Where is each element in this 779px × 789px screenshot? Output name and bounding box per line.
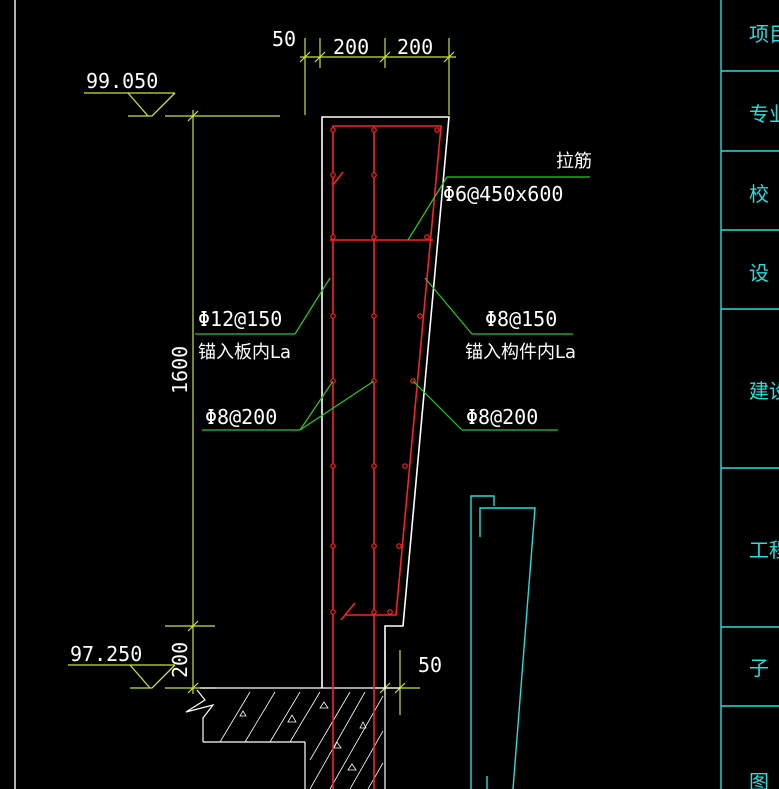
title-row-project: 项目 [749, 22, 779, 46]
rebar-dots [330, 127, 440, 615]
title-row-drawing: 图 [749, 770, 769, 789]
tie-spec: Φ6@450x600 [443, 182, 563, 206]
dim-200-left: 200 [333, 35, 369, 59]
dim-50-bottom: 50 [418, 653, 442, 677]
slab-hatching [219, 691, 384, 789]
left-main-spec: Φ12@150 [198, 307, 282, 331]
elevation-top-label: 99.050 [86, 69, 158, 93]
leader-lines [195, 176, 590, 431]
dim-1600: 1600 [168, 346, 192, 394]
dimension-lines [165, 38, 456, 715]
title-row-client: 建设 [749, 379, 779, 403]
elevation-marker-bottom [68, 664, 176, 689]
tie-title: 拉筋 [556, 151, 592, 172]
cad-drawing-canvas: 50 200 200 1600 200 50 99.050 97.250 拉筋 … [14, 0, 779, 789]
elevation-marker-top [84, 92, 176, 117]
dim-200-vertical: 200 [168, 642, 192, 678]
elevation-bottom-label: 97.250 [70, 642, 142, 666]
right-main-spec: Φ8@150 [485, 307, 557, 331]
right-main-note: 锚入构件内La [465, 342, 576, 363]
dim-200-right: 200 [397, 35, 433, 59]
title-row-sub: 子 [749, 656, 769, 680]
right-dist-spec: Φ8@200 [466, 405, 538, 429]
left-dist-spec: Φ8@200 [205, 405, 277, 429]
title-row-check: 校 [749, 182, 769, 206]
left-main-note: 锚入板内La [198, 342, 291, 363]
title-block-texts: 项目 专业 校 设 建设 工程 子 图 [749, 22, 779, 789]
title-row-engineering: 工程 [749, 538, 779, 562]
adjacent-member-outline [470, 495, 536, 789]
title-row-design: 设 [749, 261, 769, 285]
dim-50-top: 50 [272, 27, 296, 51]
title-row-discipline: 专业 [749, 102, 779, 126]
callout-texts: 拉筋 Φ6@450x600 Φ12@150 锚入板内La Φ8@150 锚入构件… [198, 151, 592, 429]
